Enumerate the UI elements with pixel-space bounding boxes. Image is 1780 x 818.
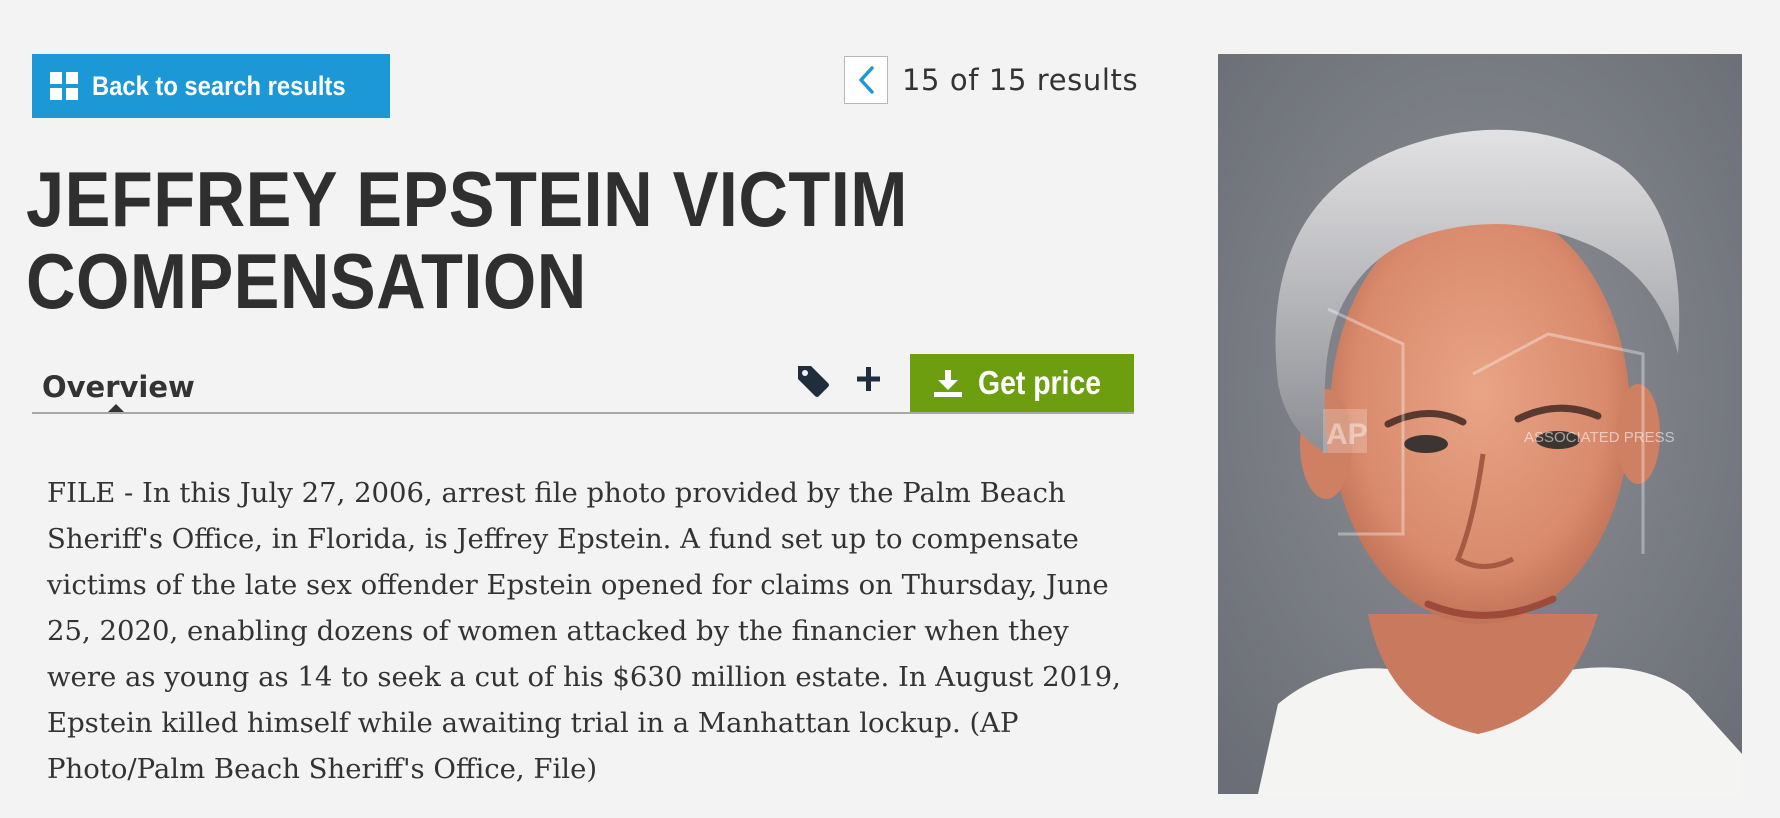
result-count: 15 of 15 results — [902, 63, 1139, 97]
get-price-button[interactable]: Get price — [910, 354, 1134, 412]
tab-overview[interactable]: Overview — [42, 370, 195, 404]
tag-icon[interactable] — [794, 362, 832, 400]
tab-divider — [32, 412, 1134, 414]
back-button-label: Back to search results — [92, 70, 346, 101]
photo-caption: FILE - In this July 27, 2006, arrest fil… — [47, 477, 1121, 785]
watermark-logo: AP — [1326, 418, 1368, 451]
page-title: JEFFREY EPSTEIN VICTIM COMPENSATION — [26, 155, 908, 325]
previous-result-button[interactable] — [844, 56, 888, 104]
back-to-search-results-button[interactable]: Back to search results — [32, 54, 390, 118]
watermark-text: ASSOCIATED PRESS — [1524, 429, 1675, 446]
tab-bar: Overview Get price — [32, 352, 1134, 414]
page: Back to search results 15 of 15 results … — [0, 0, 1780, 818]
portrait-illustration: AP ASSOCIATED PRESS — [1218, 54, 1742, 794]
active-tab-indicator — [108, 404, 124, 412]
download-icon — [934, 370, 962, 397]
title-line-2: COMPENSATION — [26, 237, 587, 325]
news-photo[interactable]: AP ASSOCIATED PRESS — [1218, 54, 1742, 794]
plus-icon[interactable] — [854, 362, 884, 396]
chevron-left-icon — [859, 66, 874, 94]
result-pager: 15 of 15 results — [844, 56, 1138, 104]
title-line-1: JEFFREY EPSTEIN VICTIM — [26, 155, 908, 243]
grid-icon — [50, 72, 78, 100]
get-price-label: Get price — [978, 364, 1102, 401]
